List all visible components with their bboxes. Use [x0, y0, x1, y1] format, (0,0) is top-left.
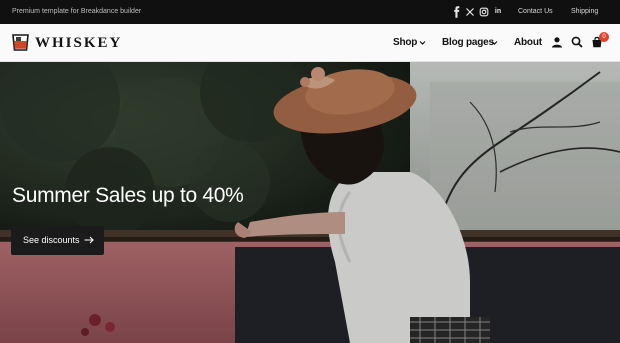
tagline: Premium template for Breakdance builder	[12, 8, 142, 15]
x-icon[interactable]	[465, 6, 475, 18]
whiskey-glass-icon[interactable]	[11, 33, 30, 52]
chevron-down-icon[interactable]	[419, 39, 426, 46]
cart-count-badge: 0	[599, 32, 609, 42]
linkedin-icon[interactable]: in	[493, 6, 503, 18]
main-header: WHISKEY Shop Blog pages About 0	[0, 24, 620, 62]
shipping-link[interactable]: Shipping	[571, 8, 598, 15]
chevron-down-icon[interactable]	[491, 39, 498, 46]
instagram-icon[interactable]	[479, 6, 489, 18]
nav-about[interactable]: About	[514, 37, 542, 48]
nav-blog-pages[interactable]: Blog pages	[442, 37, 494, 48]
top-bar: Premium template for Breakdance builder …	[0, 0, 620, 24]
facebook-icon[interactable]	[452, 6, 462, 18]
nav-shop[interactable]: Shop	[393, 37, 417, 48]
logo-text[interactable]: WHISKEY	[35, 35, 122, 52]
see-discounts-button[interactable]: See discounts	[11, 226, 104, 255]
hero-title: Summer Sales up to 40%	[12, 184, 244, 207]
user-icon[interactable]	[551, 36, 563, 48]
hero-banner: Summer Sales up to 40% See discounts	[0, 62, 620, 343]
search-icon[interactable]	[571, 36, 583, 48]
arrow-right-icon	[84, 236, 94, 244]
contact-us-link[interactable]: Contact Us	[518, 8, 553, 15]
see-discounts-label: See discounts	[23, 235, 80, 245]
